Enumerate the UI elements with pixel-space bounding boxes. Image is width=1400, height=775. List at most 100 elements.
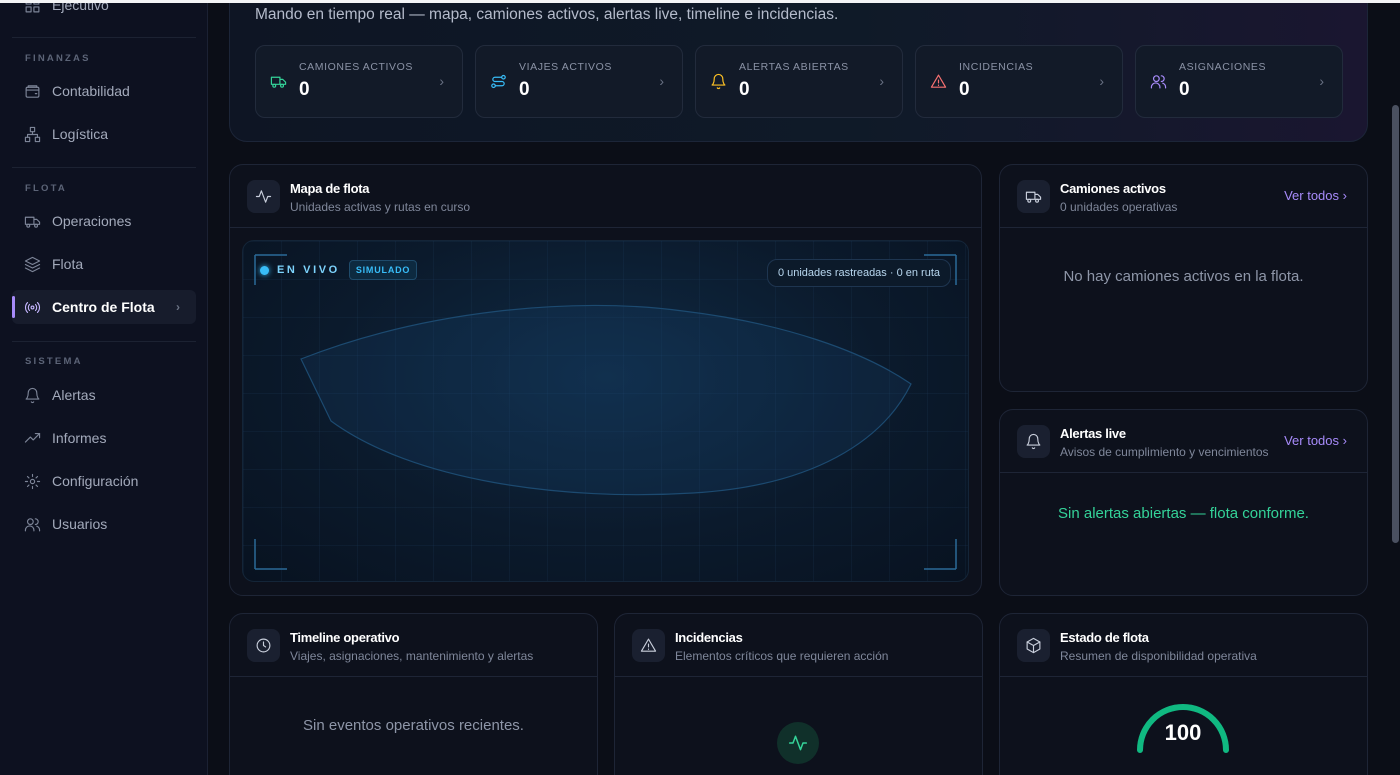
route-icon	[490, 73, 507, 90]
sidebar-item-flota[interactable]: Flota	[12, 247, 196, 281]
activity-icon	[247, 180, 280, 213]
panel-header: Incidencias Elementos críticos que requi…	[615, 614, 982, 677]
kpi-value: 0	[519, 79, 530, 100]
panel-header: Timeline operativo Viajes, asignaciones,…	[230, 614, 597, 677]
live-dot	[260, 265, 269, 275]
bell-icon	[710, 73, 727, 90]
empty-state: Sin eventos operativos recientes.	[303, 717, 524, 734]
panel-title: Alertas live	[1060, 426, 1126, 441]
panel-subtitle: Viajes, asignaciones, mantenimiento y al…	[290, 649, 534, 663]
trending-up-icon	[24, 430, 41, 447]
sidebar-item-ejecutivo[interactable]: Ejecutivo	[12, 0, 196, 22]
panel-title: Mapa de flota	[290, 181, 370, 196]
panel-subtitle: Elementos críticos que requieren acción	[675, 649, 889, 663]
kpi-label: INCIDENCIAS	[959, 61, 1034, 73]
users-icon	[1150, 73, 1167, 90]
sidebar-divider	[12, 341, 196, 342]
sidebar-item-label: Logística	[52, 126, 109, 142]
panel-header: Alertas live Avisos de cumplimiento y ve…	[1000, 410, 1367, 473]
warning-icon	[930, 73, 947, 90]
kpi-label: ALERTAS ABIERTAS	[739, 61, 849, 73]
link-label: Ver todos	[1284, 188, 1340, 203]
activity-status-icon	[777, 722, 819, 764]
chevron-right-icon: ›	[176, 300, 180, 314]
box-icon	[1017, 629, 1050, 662]
empty-state: No hay camiones activos en la flota.	[1063, 268, 1304, 285]
panel-header: Camiones activos 0 unidades operativas V…	[1000, 165, 1367, 228]
kpi-alertas-abiertas[interactable]: ALERTAS ABIERTAS 0 ›	[695, 45, 903, 118]
chevron-right-icon: ›	[1099, 73, 1104, 89]
panel-subtitle: Unidades activas y rutas en curso	[290, 200, 471, 214]
sidebar-item-informes[interactable]: Informes	[12, 421, 196, 455]
kpi-value: 0	[739, 79, 750, 100]
kpi-label: CAMIONES ACTIVOS	[299, 61, 414, 73]
live-alerts-panel: Alertas live Avisos de cumplimiento y ve…	[999, 409, 1368, 596]
radio-icon	[24, 299, 41, 316]
sidebar-item-logistica[interactable]: Logística	[12, 117, 196, 151]
sidebar-item-label: Configuración	[52, 473, 139, 489]
window-top-edge	[0, 0, 1400, 3]
bell-icon	[1017, 425, 1050, 458]
wallet-icon	[24, 83, 41, 100]
chevron-right-icon: ›	[439, 73, 444, 89]
users-icon	[24, 516, 41, 533]
empty-state: Sin alertas abiertas — flota conforme.	[1058, 505, 1309, 522]
sidebar-item-label: Flota	[52, 256, 84, 272]
chevron-right-icon: ›	[1319, 73, 1324, 89]
sidebar-item-alertas[interactable]: Alertas	[12, 378, 196, 412]
tracking-status: 0 unidades rastreadas · 0 en ruta	[766, 259, 951, 287]
kpi-label: VIAJES ACTIVOS	[519, 61, 613, 73]
sidebar-item-label: Contabilidad	[52, 83, 130, 99]
gauge-value: 100	[1164, 720, 1202, 745]
sidebar-item-operaciones[interactable]: Operaciones	[12, 204, 196, 238]
kpi-label: ASIGNACIONES	[1179, 61, 1267, 73]
link-label: Ver todos	[1284, 433, 1340, 448]
map-region-outline	[254, 254, 957, 570]
sidebar-item-configuracion[interactable]: Configuración	[12, 464, 196, 498]
panel-title: Camiones activos	[1060, 181, 1166, 196]
page-subtitle: Mando en tiempo real — mapa, camiones ac…	[255, 6, 839, 23]
kpi-value: 0	[299, 79, 310, 100]
panel-subtitle: Resumen de disponibilidad operativa	[1060, 649, 1257, 663]
panel-subtitle: Avisos de cumplimiento y vencimientos	[1060, 445, 1269, 459]
sidebar-divider	[12, 37, 196, 38]
chevron-right-icon: ›	[879, 73, 884, 89]
panel-title: Timeline operativo	[290, 630, 400, 645]
sidebar-item-label: Alertas	[52, 387, 96, 403]
kpi-incidencias[interactable]: INCIDENCIAS 0 ›	[915, 45, 1123, 118]
warning-icon	[632, 629, 665, 662]
kpi-value: 0	[959, 79, 970, 100]
sidebar-item-label: Centro de Flota	[52, 299, 155, 315]
chevron-right-icon: ›	[1342, 188, 1347, 203]
panel-header: Estado de flota Resumen de disponibilida…	[1000, 614, 1367, 677]
bell-icon	[24, 387, 41, 404]
sidebar-divider	[12, 167, 196, 168]
section-label-flota: FLOTA	[25, 183, 67, 194]
kpi-asignaciones[interactable]: ASIGNACIONES 0 ›	[1135, 45, 1343, 118]
view-all-trucks-link[interactable]: Ver todos ›	[1284, 188, 1347, 203]
sidebar-item-usuarios[interactable]: Usuarios	[12, 507, 196, 541]
layers-icon	[24, 256, 41, 273]
sidebar-item-contabilidad[interactable]: Contabilidad	[12, 74, 196, 108]
sidebar-item-label: Usuarios	[52, 516, 108, 532]
fleet-map[interactable]: EN VIVO SIMULADO 0 unidades rastreadas ·…	[242, 240, 969, 582]
kpi-viajes-activos[interactable]: VIAJES ACTIVOS 0 ›	[475, 45, 683, 118]
chevron-right-icon: ›	[1342, 433, 1347, 448]
panel-header: Mapa de flota Unidades activas y rutas e…	[230, 165, 981, 228]
section-label-finanzas: FINANZAS	[25, 53, 91, 64]
network-icon	[24, 126, 41, 143]
sidebar-item-centro-de-flota[interactable]: Centro de Flota ›	[12, 290, 196, 324]
kpi-camiones-activos[interactable]: CAMIONES ACTIVOS 0 ›	[255, 45, 463, 118]
timeline-panel: Timeline operativo Viajes, asignaciones,…	[229, 613, 598, 775]
clock-icon	[247, 629, 280, 662]
panel-subtitle: 0 unidades operativas	[1060, 200, 1178, 214]
kpi-value: 0	[1179, 79, 1190, 100]
sidebar-item-label: Informes	[52, 430, 107, 446]
activity-icon	[788, 735, 808, 751]
live-indicator: EN VIVO SIMULADO	[260, 260, 418, 280]
section-label-sistema: SISTEMA	[25, 356, 83, 367]
scrollbar-thumb[interactable]	[1392, 105, 1399, 543]
view-all-alerts-link[interactable]: Ver todos ›	[1284, 433, 1347, 448]
gear-icon	[24, 473, 41, 490]
sidebar: Ejecutivo FINANZAS Contabilidad Logístic…	[0, 0, 208, 775]
